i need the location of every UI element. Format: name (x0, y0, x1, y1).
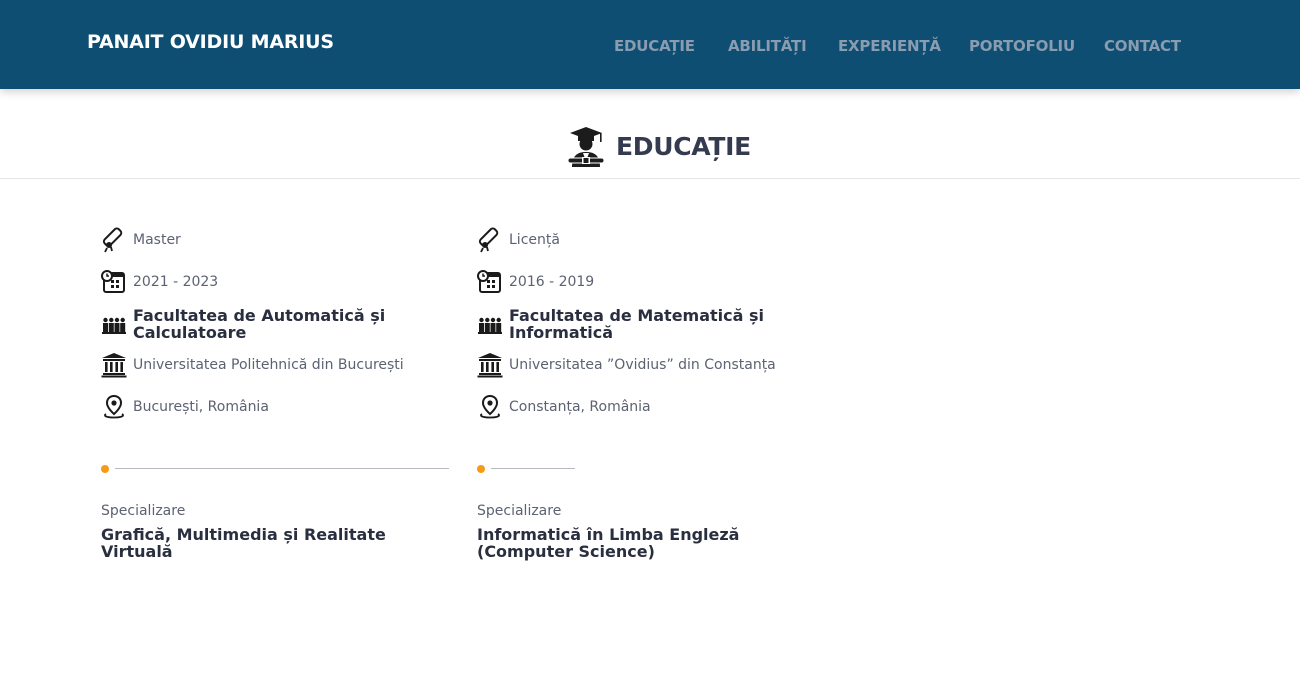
calendar-clock-icon (101, 269, 127, 295)
nav-link-portfolio[interactable]: PORTOFOLIU (969, 37, 1075, 55)
university-name: Universitatea Politehnică din București (133, 357, 404, 373)
specialization-value: Grafică, Multimedia și Realitate Virtual… (101, 525, 386, 561)
calendar-clock-icon (477, 269, 503, 295)
graduate-icon (566, 125, 606, 169)
location-pin-icon (477, 394, 503, 420)
diploma-icon (477, 227, 503, 253)
nav-link-skills[interactable]: ABILITĂȚI (728, 37, 807, 55)
degree-label: Licență (509, 232, 560, 248)
faculty-name: Facultatea de Matematică și Informatică (509, 306, 765, 342)
specialization-label: Specializare (101, 503, 186, 519)
university-building-icon (477, 352, 503, 378)
students-icon (101, 311, 127, 337)
specialization-value: Informatică în Limba Engleză (Computer S… (477, 525, 740, 561)
location-text: Constanța, România (509, 399, 651, 415)
diploma-icon (101, 227, 127, 253)
location-pin-icon (101, 394, 127, 420)
progress-dot (477, 465, 485, 473)
specialization-label: Specializare (477, 503, 562, 519)
period-text: 2016 - 2019 (509, 274, 595, 290)
university-building-icon (101, 352, 127, 378)
location-text: București, România (133, 399, 269, 415)
progress-line (491, 468, 575, 469)
section-header: EDUCAȚIE (0, 110, 1300, 179)
nav-link-contact[interactable]: CONTACT (1104, 37, 1181, 55)
top-navbar: PANAIT OVIDIU MARIUS EDUCAȚIE ABILITĂȚI … (0, 0, 1300, 89)
university-name: Universitatea ”Ovidius” din Constanța (509, 357, 776, 373)
brand-name[interactable]: PANAIT OVIDIU MARIUS (87, 31, 334, 53)
students-icon (477, 311, 503, 337)
nav-link-experience[interactable]: EXPERIENȚĂ (838, 37, 941, 55)
progress-dot (101, 465, 109, 473)
nav-link-education[interactable]: EDUCAȚIE (614, 37, 695, 55)
section-title: EDUCAȚIE (616, 132, 751, 161)
degree-label: Master (133, 232, 181, 248)
faculty-name: Facultatea de Automatică și Calculatoare (133, 306, 386, 342)
progress-line (115, 468, 449, 469)
period-text: 2021 - 2023 (133, 274, 219, 290)
